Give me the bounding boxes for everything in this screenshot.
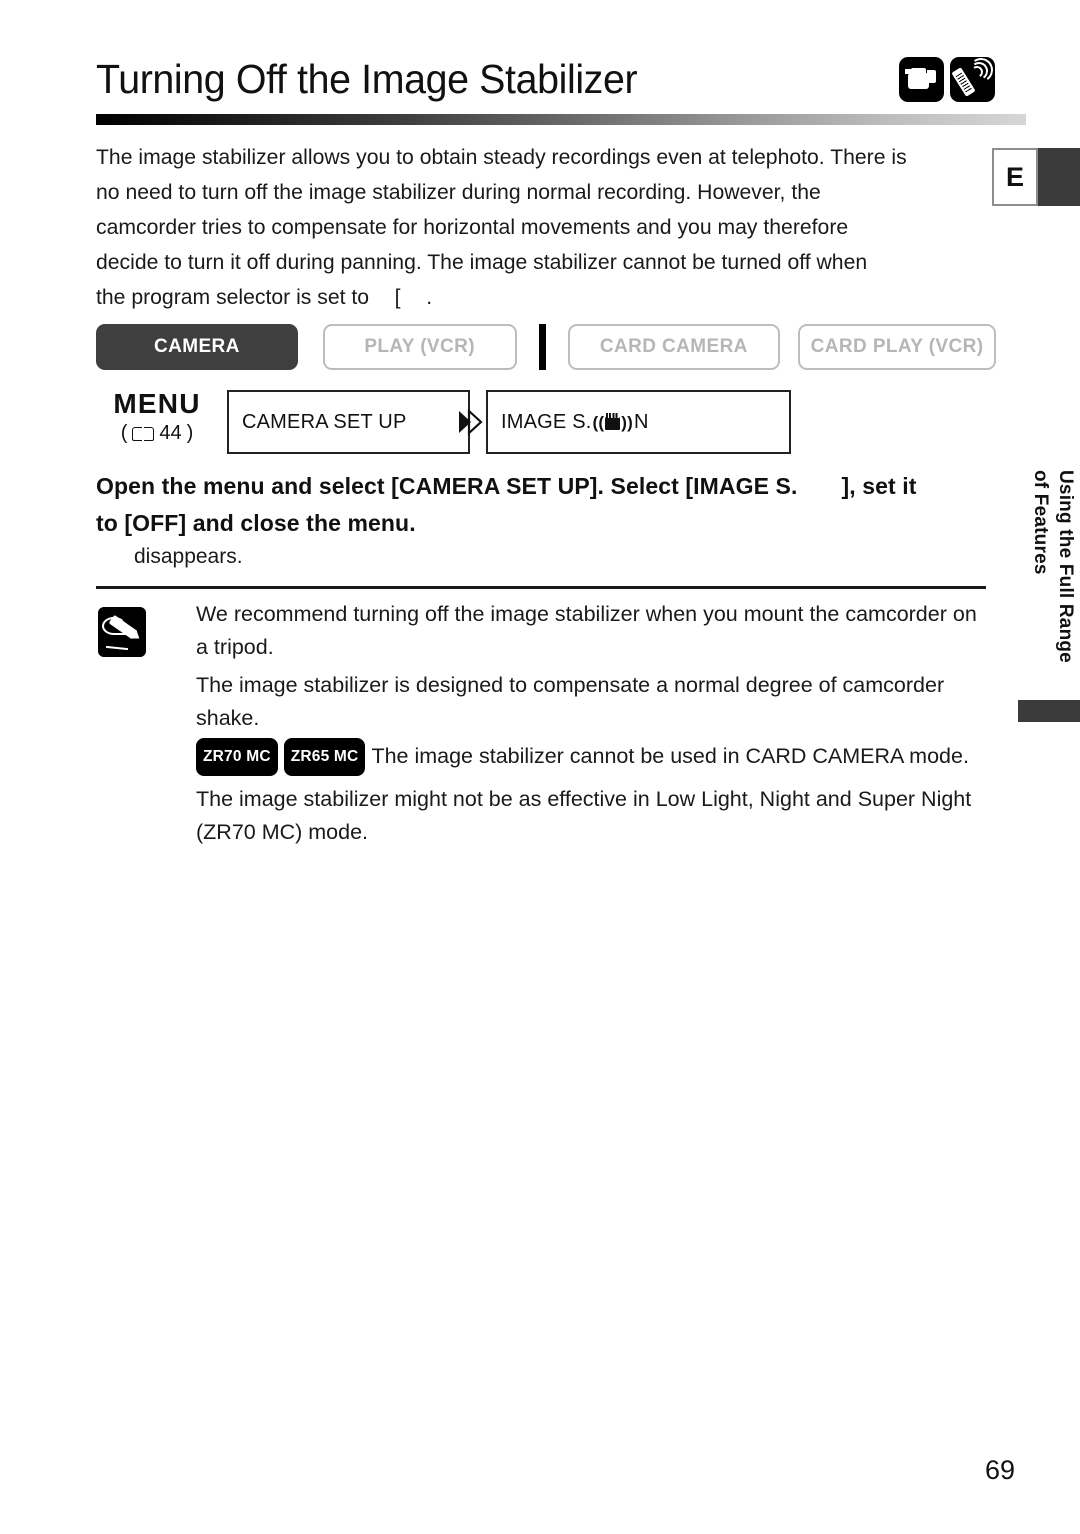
intro-paragraph: The image stabilizer allows you to obtai…	[96, 140, 943, 315]
language-tab-block	[1038, 148, 1080, 206]
note-item: We recommend turning off the image stabi…	[196, 602, 977, 659]
notes-divider	[96, 586, 986, 589]
mode-separator	[538, 324, 546, 370]
mode-camera[interactable]: CAMERA	[96, 324, 298, 370]
chapter-tab-text: Using the Full Range of Features	[1020, 470, 1078, 730]
instruction-part-2: ], set it	[841, 473, 917, 499]
menu-word: MENU	[113, 388, 201, 419]
image-stabilizer-symbol: (())	[592, 413, 633, 432]
hand-icon	[605, 413, 621, 430]
intro-line-5-text: the program selector is set to	[96, 285, 370, 309]
note-item: The image stabilizer might not be as eff…	[196, 787, 972, 844]
program-selector-bracket: [	[394, 285, 401, 309]
menu-path-row: MENU ( 44 ) CAMERA SET UP IMAGE S. (()) …	[86, 388, 986, 454]
language-tab: E	[992, 148, 1080, 206]
remote-control-icon	[950, 56, 995, 102]
camcorder-icon	[899, 56, 944, 102]
chapter-side-tab: Using the Full Range of Features	[1018, 470, 1080, 1000]
notes-list: We recommend turning off the image stabi…	[196, 598, 986, 849]
page-number: 69	[985, 1455, 1016, 1485]
note-item-text: The image stabilizer cannot be used in C…	[371, 744, 969, 768]
intro-line-2: no need to turn off the image stabilizer…	[96, 180, 821, 204]
operating-mode-bar: CAMERA PLAY (VCR) CARD CAMERA CARD PLAY …	[96, 324, 996, 370]
intro-line-5-period: .	[426, 285, 433, 309]
intro-line-4: decide to turn it off during panning. Th…	[96, 250, 868, 274]
chevron-right-icon	[458, 408, 484, 436]
mode-play-vcr[interactable]: PLAY (VCR)	[322, 324, 517, 370]
book-icon	[132, 425, 155, 442]
menu-ref-close-paren: )	[186, 422, 194, 444]
menu-page-reference: ( 44 )	[92, 422, 222, 445]
menu-label-group: MENU ( 44 )	[92, 388, 222, 445]
mode-card-play-vcr[interactable]: CARD PLAY (VCR)	[798, 324, 996, 370]
page-title: Turning Off the Image Stabilizer	[96, 55, 638, 102]
model-badge-zr70: ZR70 MC	[196, 738, 278, 776]
chapter-tab-line-2: of Features	[1030, 470, 1051, 575]
chapter-tab-line-1: Using the Full Range	[1055, 470, 1076, 663]
instruction-part-1: Open the menu and select [CAMERA SET UP]…	[96, 473, 798, 499]
note-item: ZR70 MC ZR65 MC The image stabilizer canno…	[196, 738, 986, 778]
menu-box-2-label: IMAGE S	[501, 410, 586, 433]
language-tab-letter: E	[992, 148, 1038, 206]
menu-box-image-stabilizer[interactable]: IMAGE S. (()) N	[486, 390, 791, 454]
menu-box-1-label: CAMERA SET UP	[242, 410, 407, 433]
note-pencil-icon	[98, 607, 146, 657]
note-item: The image stabilizer is designed to comp…	[196, 673, 945, 730]
menu-ref-open-paren: (	[120, 422, 128, 444]
menu-box-camera-set-up[interactable]: CAMERA SET UP	[227, 390, 470, 454]
page-header: Turning Off the Image Stabilizer	[96, 44, 996, 114]
document-page: Turning Off the Image Stabilizer E The i…	[0, 0, 1080, 1534]
menu-box-2-dot: .	[585, 410, 592, 433]
intro-line-3: camcorder tries to compensate for horizo…	[96, 215, 849, 239]
model-badge-zr65: ZR65 MC	[283, 738, 366, 776]
title-gradient-divider	[96, 114, 1026, 125]
instruction-text: Open the menu and select [CAMERA SET UP]…	[96, 468, 986, 542]
menu-ref-page: 44	[159, 422, 182, 444]
instruction-part-3: to [OFF] and close the menu.	[96, 510, 416, 536]
menu-box-2-suffix: N	[633, 410, 649, 433]
intro-line-1: The image stabilizer allows you to obtai…	[96, 145, 907, 169]
title-icon-group	[899, 56, 995, 102]
instruction-sub-note: disappears.	[134, 545, 243, 568]
mode-card-camera[interactable]: CARD CAMERA	[567, 324, 781, 370]
intro-line-5: the program selector is set to [.	[96, 280, 943, 315]
